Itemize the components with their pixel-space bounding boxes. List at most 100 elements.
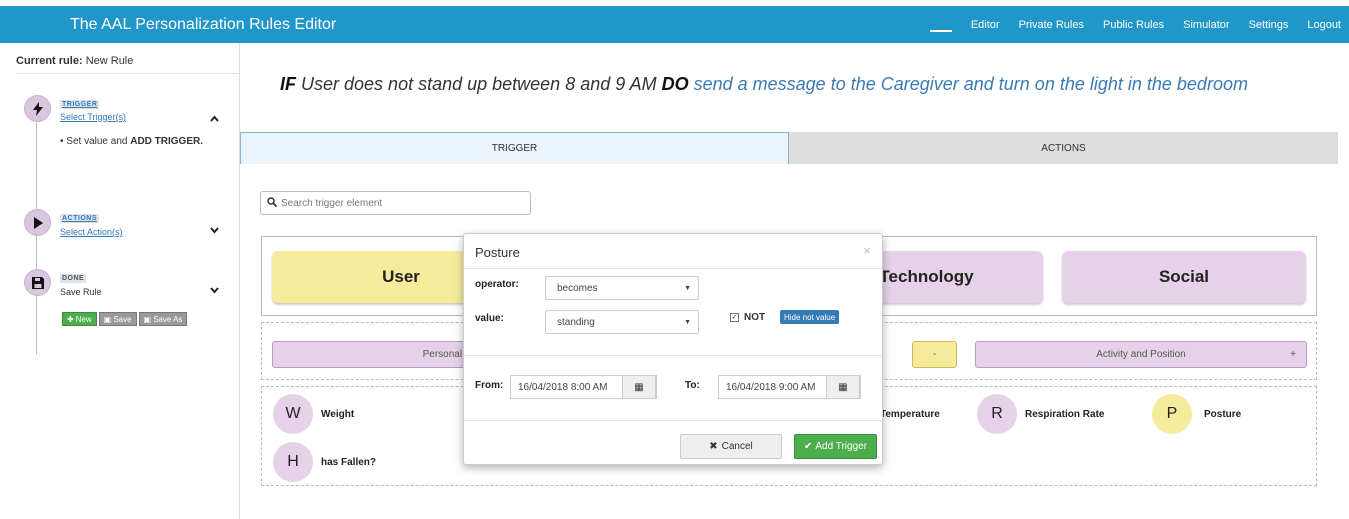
operator-select[interactable]: becomes ▼ xyxy=(545,276,699,300)
select-triggers-link[interactable]: Select Trigger(s) xyxy=(60,112,126,122)
element-label: Temperature xyxy=(880,408,940,420)
from-label: From: xyxy=(475,380,504,391)
add-trigger-label: Add Trigger xyxy=(815,441,868,452)
rule-action[interactable]: send a message to the Caregiver and turn… xyxy=(694,74,1248,94)
calendar-icon[interactable]: ▦ xyxy=(826,375,860,399)
trigger-note-text: Set value and xyxy=(66,136,131,147)
nav-settings[interactable]: Settings xyxy=(1249,19,1289,31)
value-select[interactable]: standing ▼ xyxy=(545,310,699,334)
tab-actions[interactable]: ACTIONS xyxy=(789,132,1338,164)
element-label: has Fallen? xyxy=(321,456,377,468)
not-toggle[interactable]: ✓ NOT xyxy=(730,312,765,323)
element-weight[interactable]: W Weight xyxy=(273,394,354,434)
lightning-icon[interactable] xyxy=(24,95,51,122)
element-label: Respiration Rate xyxy=(1025,408,1105,420)
nav-editor[interactable]: Editor xyxy=(971,19,1000,31)
modal-divider xyxy=(464,355,882,356)
from-date-value: 16/04/2018 8:00 AM xyxy=(518,381,608,393)
step-done-tag: DONE xyxy=(60,274,87,283)
new-rule-button[interactable]: ✚ New xyxy=(62,312,97,326)
expand-plus: + xyxy=(1290,349,1296,360)
close-icon[interactable]: × xyxy=(863,243,871,258)
modal-divider xyxy=(464,420,882,421)
current-rule-label: Current rule: xyxy=(16,55,83,67)
from-date-input[interactable]: 16/04/2018 8:00 AM ▦ xyxy=(510,375,657,399)
element-label: Posture xyxy=(1204,408,1242,420)
tab-trigger[interactable]: TRIGGER xyxy=(240,132,789,164)
nav-blank-item[interactable] xyxy=(929,29,952,32)
operator-label: operator: xyxy=(475,279,519,290)
play-icon[interactable] xyxy=(24,209,51,236)
save-rule-button[interactable]: ▣ Save xyxy=(98,312,137,326)
rule-condition: User does not stand up between 8 and 9 A… xyxy=(301,74,657,94)
nav-simulator[interactable]: Simulator xyxy=(1183,19,1229,31)
to-label: To: xyxy=(685,380,700,391)
nav-public-rules[interactable]: Public Rules xyxy=(1103,19,1164,31)
nav-private-rules[interactable]: Private Rules xyxy=(1019,19,1084,31)
element-avatar: P xyxy=(1152,394,1192,434)
caret-down-icon: ▼ xyxy=(684,318,691,326)
chevron-down-icon[interactable] xyxy=(210,286,219,297)
trigger-note-bold: ADD TRIGGER. xyxy=(130,136,203,147)
calendar-icon[interactable]: ▦ xyxy=(622,375,656,399)
element-posture[interactable]: P Posture xyxy=(1152,394,1241,434)
to-date-value: 16/04/2018 9:00 AM xyxy=(726,381,816,393)
select-actions-link[interactable]: Select Action(s) xyxy=(60,227,123,237)
search-input[interactable]: Search trigger element xyxy=(260,191,531,215)
current-rule-value: New Rule xyxy=(85,55,134,67)
step-trigger-tag[interactable]: TRIGGER xyxy=(60,100,100,109)
category-social[interactable]: Social xyxy=(1062,251,1306,303)
trigger-note: • Set value and ADD TRIGGER. xyxy=(60,136,203,147)
chevron-up-icon[interactable] xyxy=(210,114,219,125)
not-checkbox[interactable]: ✓ xyxy=(730,313,739,322)
new-rule-label: New xyxy=(75,314,92,324)
nav-logout[interactable]: Logout xyxy=(1307,19,1341,31)
element-label: Weight xyxy=(321,408,355,420)
plus-icon: ✚ xyxy=(67,314,74,324)
cancel-label: Cancel xyxy=(721,441,753,452)
sidebar: Current rule: New Rule TRIGGER Select Tr… xyxy=(0,43,240,519)
nav-links: Editor Private Rules Public Rules Simula… xyxy=(929,6,1341,43)
search-placeholder: Search trigger element xyxy=(281,197,383,209)
search-icon xyxy=(267,196,278,210)
close-icon: ✖ xyxy=(709,441,718,452)
subcategory-activity-position[interactable]: Activity and Position + xyxy=(975,341,1307,368)
to-date-input[interactable]: 16/04/2018 9:00 AM ▦ xyxy=(718,375,861,399)
rule-buttons: ✚ New ▣ Save ▣ Save As xyxy=(62,312,188,326)
element-avatar: W xyxy=(273,394,313,434)
element-avatar: H xyxy=(273,442,313,482)
rule-sentence: IF User does not stand up between 8 and … xyxy=(280,74,1248,95)
save-rule-label: Save Rule xyxy=(60,287,102,297)
chevron-down-icon[interactable] xyxy=(210,226,219,237)
value-value: standing xyxy=(557,316,595,328)
save-icon[interactable] xyxy=(24,269,51,296)
operator-value: becomes xyxy=(557,282,598,294)
cancel-button[interactable]: ✖ Cancel xyxy=(680,434,782,459)
hide-not-value-button[interactable]: Hide not value xyxy=(780,310,840,324)
floppy-icon: ▣ xyxy=(103,314,112,324)
subcategory-collapse[interactable]: - xyxy=(912,341,957,368)
save-as-label: Save As xyxy=(153,314,183,324)
add-trigger-button[interactable]: ✔ Add Trigger xyxy=(794,434,877,459)
do-keyword: DO xyxy=(661,74,689,94)
floppy-icon: ▣ xyxy=(143,314,152,324)
activity-label: Activity and Position xyxy=(1096,349,1186,360)
step-actions-tag[interactable]: ACTIONS xyxy=(60,214,99,223)
current-rule: Current rule: New Rule xyxy=(16,55,133,67)
sidebar-divider xyxy=(16,73,239,74)
caret-down-icon: ▼ xyxy=(684,284,691,292)
modal-title: Posture xyxy=(475,245,520,260)
app-title[interactable]: The AAL Personalization Rules Editor xyxy=(70,16,336,34)
element-avatar: R xyxy=(977,394,1017,434)
save-as-button[interactable]: ▣ Save As xyxy=(138,312,188,326)
top-navbar: The AAL Personalization Rules Editor Edi… xyxy=(0,6,1349,43)
check-icon: ✔ xyxy=(803,441,813,452)
if-keyword: IF xyxy=(280,74,296,94)
save-label: Save xyxy=(113,314,132,324)
element-has-fallen[interactable]: H has Fallen? xyxy=(273,442,376,482)
value-label: value: xyxy=(475,313,504,324)
modal-divider xyxy=(464,268,882,269)
element-respiration-rate[interactable]: R Respiration Rate xyxy=(977,394,1104,434)
posture-modal: Posture × operator: becomes ▼ value: sta… xyxy=(463,233,883,465)
not-label: NOT xyxy=(744,312,766,323)
